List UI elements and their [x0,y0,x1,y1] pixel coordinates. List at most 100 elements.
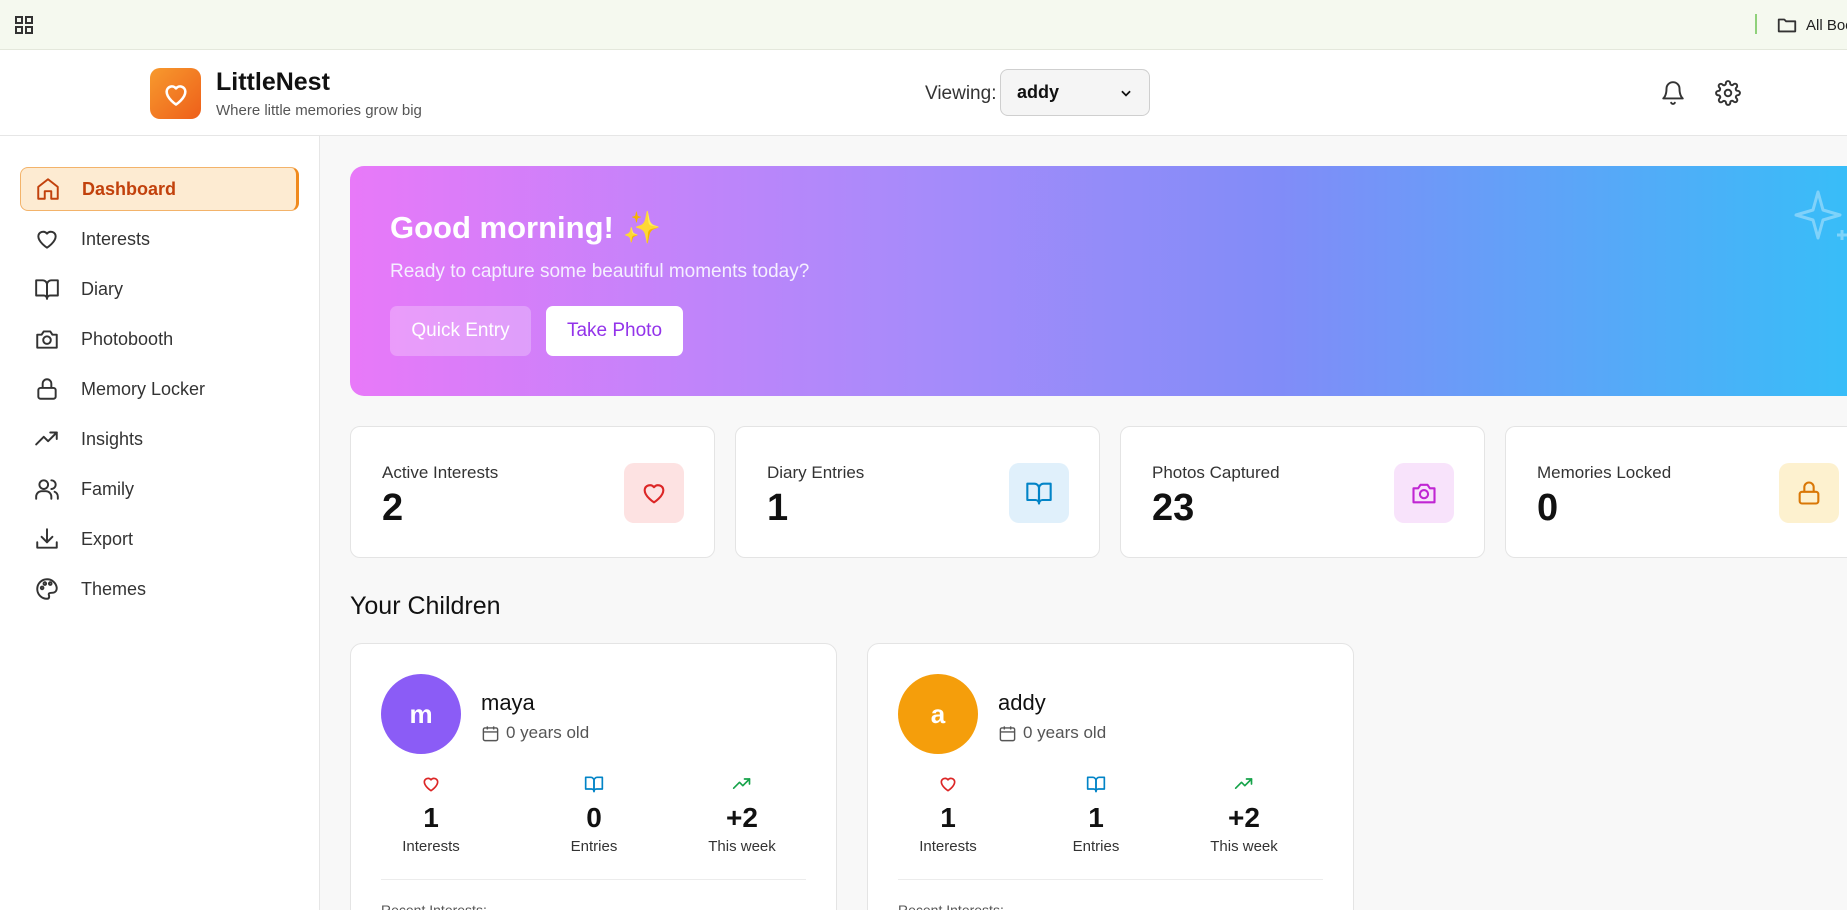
book-open-icon [1086,774,1106,794]
sidebar-item-memory-locker[interactable]: Memory Locker [20,367,299,411]
sidebar-item-label: Family [81,478,134,499]
sidebar-item-dashboard[interactable]: Dashboard [20,167,299,211]
apps-grid-icon[interactable] [12,13,36,37]
child-age-text: 0 years old [1023,723,1107,742]
sidebar-item-label: Diary [81,278,124,299]
stat-card-photos-captured: Photos Captured 23 [1120,426,1485,558]
sidebar-item-insights[interactable]: Insights [20,417,299,461]
app-logo[interactable] [150,68,201,119]
sidebar-item-photobooth[interactable]: Photobooth [20,317,299,361]
sidebar: Dashboard Interests Diary Photobooth Mem… [0,136,320,910]
entries-count: 1 [1088,802,1104,833]
lock-icon [34,376,60,402]
trending-up-icon [1234,774,1254,794]
sidebar-item-label: Export [81,528,134,549]
book-open-icon [34,276,60,302]
stat-value: 0 [1537,487,1559,529]
heart-icon [34,226,60,252]
camera-icon [1394,463,1454,523]
child-name: maya [481,690,535,715]
users-icon [34,476,60,502]
viewing-label: Viewing: [925,83,997,104]
recent-interests-label: Recent Interests: [381,902,487,910]
week-count: +2 [726,802,758,833]
divider [381,879,806,880]
download-icon [34,526,60,552]
child-stat-interests: 1 Interests [883,774,1013,855]
quick-entry-button[interactable]: Quick Entry [390,306,531,356]
sidebar-item-label: Interests [81,228,151,249]
child-age: 0 years old [998,723,1106,743]
book-open-icon [584,774,604,794]
child-stat-this-week: +2 This week [677,774,807,855]
stat-label: Diary Entries [767,463,865,482]
greeting-subtitle: Ready to capture some beautiful moments … [390,261,810,282]
week-count: +2 [1228,802,1260,833]
sidebar-item-themes[interactable]: Themes [20,567,299,611]
sidebar-item-family[interactable]: Family [20,467,299,511]
child-card-addy[interactable]: a addy 0 years old 1 Interests 1 Entries… [867,643,1354,910]
camera-icon [34,326,60,352]
interests-count: 1 [940,802,956,833]
recent-interests-label: Recent Interests: [898,902,1004,910]
child-age-text: 0 years old [506,723,590,742]
sidebar-item-label: Photobooth [81,328,174,349]
stat-label: Photos Captured [1152,463,1280,482]
stat-card-memories-locked: Memories Locked 0 [1505,426,1847,558]
child-stat-entries: 0 Entries [529,774,659,855]
child-stat-interests: 1 Interests [366,774,496,855]
divider [898,879,1323,880]
stat-label: Memories Locked [1537,463,1672,482]
child-age: 0 years old [481,723,589,743]
entries-count: 0 [586,802,602,833]
book-open-icon [1009,463,1069,523]
stat-label: Active Interests [382,463,499,482]
avatar: m [381,674,461,754]
sidebar-item-label: Dashboard [82,178,177,199]
child-select-value: addy [1017,82,1060,102]
stat-value: 23 [1152,487,1195,529]
bookmarks-bar: All Bookmarks [0,0,1847,50]
sidebar-item-export[interactable]: Export [20,517,299,561]
bookmarks-divider [1755,14,1757,34]
sidebar-item-interests[interactable]: Interests [20,217,299,261]
gear-icon[interactable] [1715,80,1741,106]
trending-up-icon [34,426,60,452]
sparkles-emoji: ✨ [622,210,662,245]
bell-icon[interactable] [1660,80,1686,106]
week-label: This week [708,838,776,855]
trending-up-icon [732,774,752,794]
sidebar-item-label: Themes [81,578,147,599]
heart-logo-icon [164,84,187,106]
entries-label: Entries [1072,838,1120,855]
chevron-down-icon [1119,86,1133,100]
calendar-icon [998,724,1017,743]
folder-icon [1776,14,1798,36]
welcome-banner: Good morning! ✨ Ready to capture some be… [350,166,1847,396]
home-icon [35,176,61,202]
all-bookmarks-label: All Bookmarks [1806,16,1847,34]
app-header: LittleNest Where little memories grow bi… [0,50,1847,136]
all-bookmarks-button[interactable]: All Bookmarks [1776,13,1847,37]
entries-label: Entries [570,838,618,855]
brand-tagline: Where little memories grow big [216,102,422,119]
sidebar-item-label: Memory Locker [81,378,206,399]
child-card-maya[interactable]: m maya 0 years old 1 Interests 0 Entries… [350,643,837,910]
interests-label: Interests [402,838,460,855]
child-select[interactable]: addy [1000,69,1150,116]
heart-icon [938,774,958,794]
stat-card-active-interests: Active Interests 2 [350,426,715,558]
sidebar-item-diary[interactable]: Diary [20,267,299,311]
greeting-heading: Good morning! ✨ [390,209,661,246]
stat-value: 1 [767,487,789,529]
heart-icon [624,463,684,523]
stat-value: 2 [382,487,404,529]
child-stat-entries: 1 Entries [1031,774,1161,855]
child-name: addy [998,690,1046,715]
child-stat-this-week: +2 This week [1179,774,1309,855]
take-photo-button[interactable]: Take Photo [546,306,683,356]
interests-count: 1 [423,802,439,833]
sparkles-icon [1790,186,1847,246]
week-label: This week [1210,838,1278,855]
greeting-text: Good morning! [390,210,614,245]
